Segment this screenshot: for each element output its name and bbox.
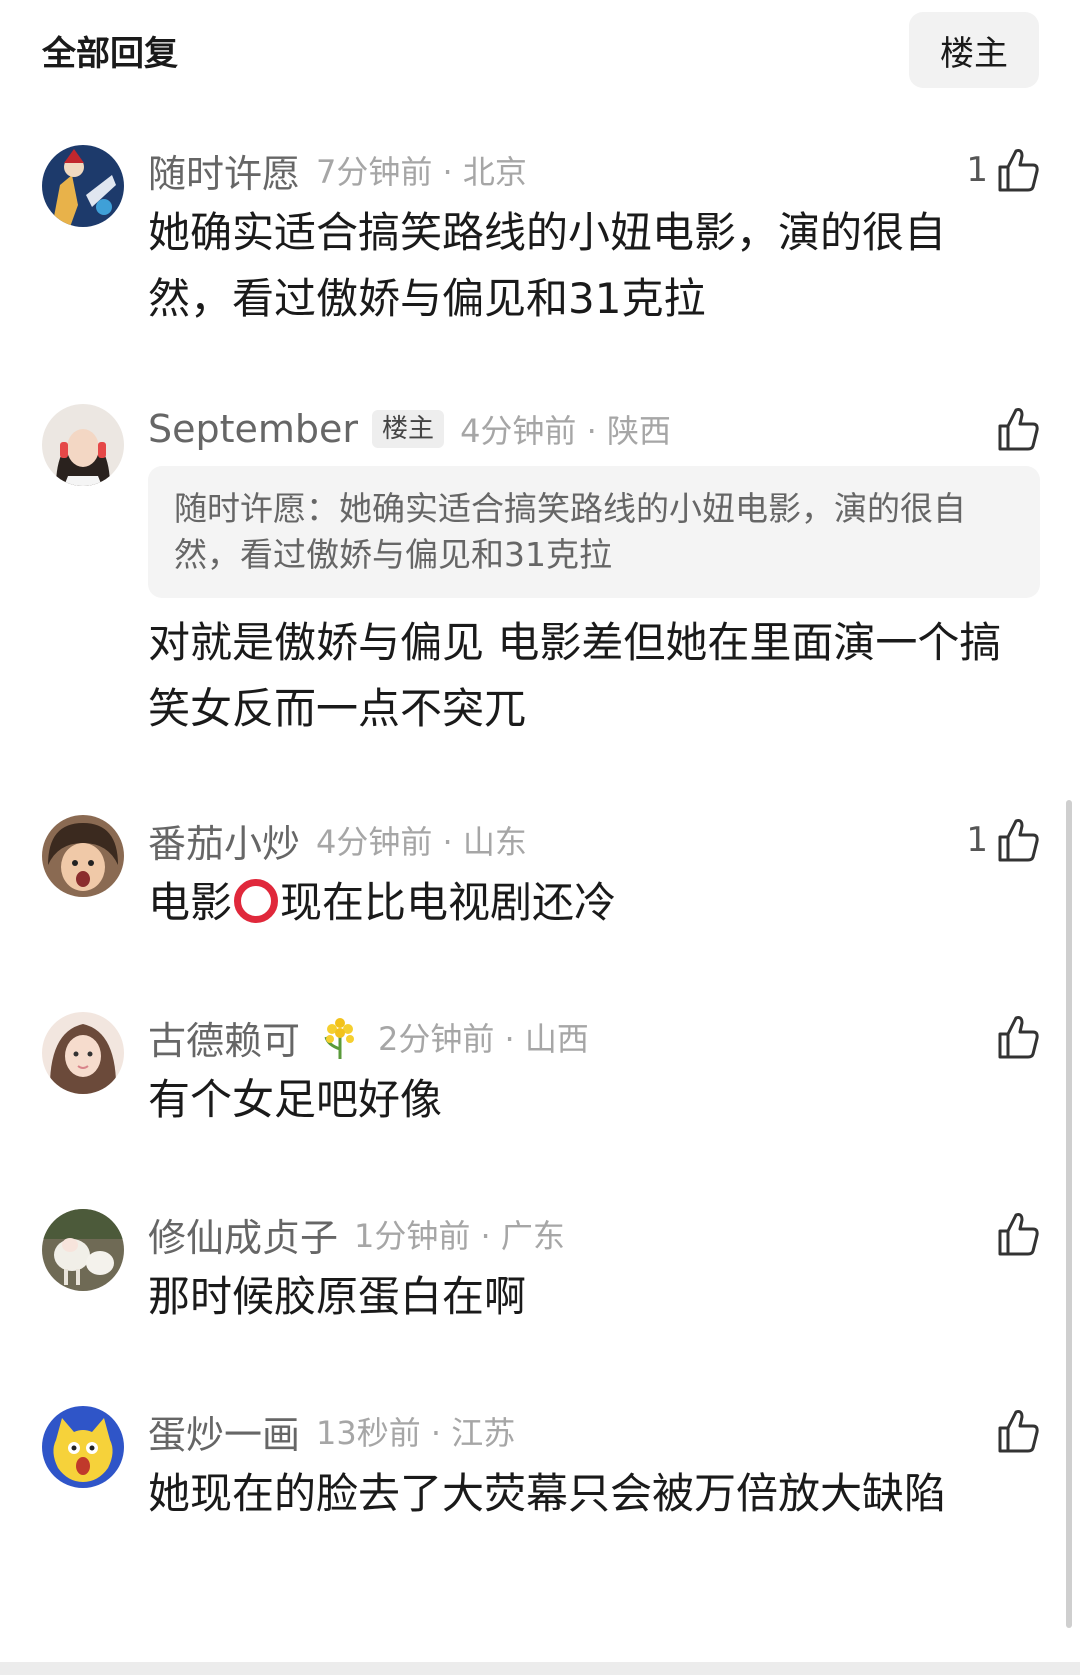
comment-meta: 随时许愿 7分钟前 · 北京: [148, 143, 527, 198]
username[interactable]: 蛋炒一画: [148, 1404, 300, 1459]
thumbs-up-icon: [996, 1408, 1040, 1454]
comment-meta: 古德赖可 2分钟前 · 山西: [148, 1010, 589, 1065]
time-location: 4分钟前 · 山东: [316, 823, 527, 861]
flower-badge-icon: [318, 1015, 362, 1059]
thumbs-up-icon: [996, 1014, 1040, 1060]
comment-meta: September 楼主 4分钟前 · 陕西: [148, 404, 671, 454]
comment-text: 那时候胶原蛋白在啊: [148, 1272, 527, 1321]
like-button[interactable]: [996, 1209, 1040, 1259]
username[interactable]: 随时许愿: [148, 143, 300, 198]
username[interactable]: September: [148, 407, 358, 451]
op-only-filter-button[interactable]: 楼主: [909, 12, 1039, 88]
comment-text: 她确实适合搞笑路线的小妞电影，演的很自然，看过傲娇与偏见和31克拉: [148, 208, 947, 323]
comment-text-start: 电影: [148, 878, 233, 927]
comment-text-end: 现在比电视剧还冷: [280, 878, 617, 927]
time-location: 2分钟前 · 山西: [378, 1020, 589, 1058]
time-location: 4分钟前 · 陕西: [460, 412, 671, 450]
username[interactable]: 番茄小炒: [148, 813, 300, 868]
avatar[interactable]: [42, 1012, 124, 1094]
comment-meta: 蛋炒一画 13秒前 · 江苏: [148, 1404, 516, 1459]
comment-text: 对就是傲娇与偏见 电影差但她在里面演一个搞笑女反而一点不突兀: [148, 618, 1002, 733]
like-count: 1: [966, 150, 988, 190]
bottom-edge: [0, 1662, 1080, 1675]
time-location: 1分钟前 · 广东: [354, 1217, 565, 1255]
comment-meta: 修仙成贞子 1分钟前 · 广东: [148, 1207, 565, 1262]
avatar[interactable]: [42, 145, 124, 227]
like-button[interactable]: [996, 1406, 1040, 1456]
thumbs-up-icon: [996, 1211, 1040, 1257]
like-button[interactable]: 1: [966, 145, 1040, 195]
avatar[interactable]: [42, 1209, 124, 1291]
like-count: 1: [966, 820, 988, 860]
comment-text: 有个女足吧好像: [148, 1075, 443, 1124]
replies-header: 全部回复 楼主: [0, 0, 1080, 100]
comment-text: 她现在的脸去了大荧幕只会被万倍放大缺陷: [148, 1469, 947, 1518]
thumbs-up-icon: [996, 817, 1040, 863]
username[interactable]: 修仙成贞子: [148, 1207, 338, 1262]
avatar[interactable]: [42, 1406, 124, 1488]
like-button[interactable]: [996, 404, 1040, 454]
quoted-reply[interactable]: 随时许愿：她确实适合搞笑路线的小妞电影，演的很自然，看过傲娇与偏见和31克拉: [148, 466, 1040, 598]
like-button[interactable]: [996, 1012, 1040, 1062]
avatar[interactable]: [42, 815, 124, 897]
time-location: 13秒前 · 江苏: [316, 1414, 516, 1452]
thumbs-up-icon: [996, 147, 1040, 193]
comment-text: 电影 现在比电视剧还冷: [148, 870, 1028, 936]
red-circle-emoji-icon: [234, 879, 279, 923]
op-badge: 楼主: [372, 410, 445, 448]
thumbs-up-icon: [996, 406, 1040, 452]
all-replies-title: 全部回复: [42, 34, 178, 74]
like-button[interactable]: 1: [966, 815, 1040, 865]
avatar[interactable]: [42, 404, 124, 486]
comment-meta: 番茄小炒 4分钟前 · 山东: [148, 813, 527, 868]
time-location: 7分钟前 · 北京: [316, 153, 527, 191]
scrollbar[interactable]: [1066, 800, 1072, 1628]
username[interactable]: 古德赖可: [148, 1010, 300, 1065]
